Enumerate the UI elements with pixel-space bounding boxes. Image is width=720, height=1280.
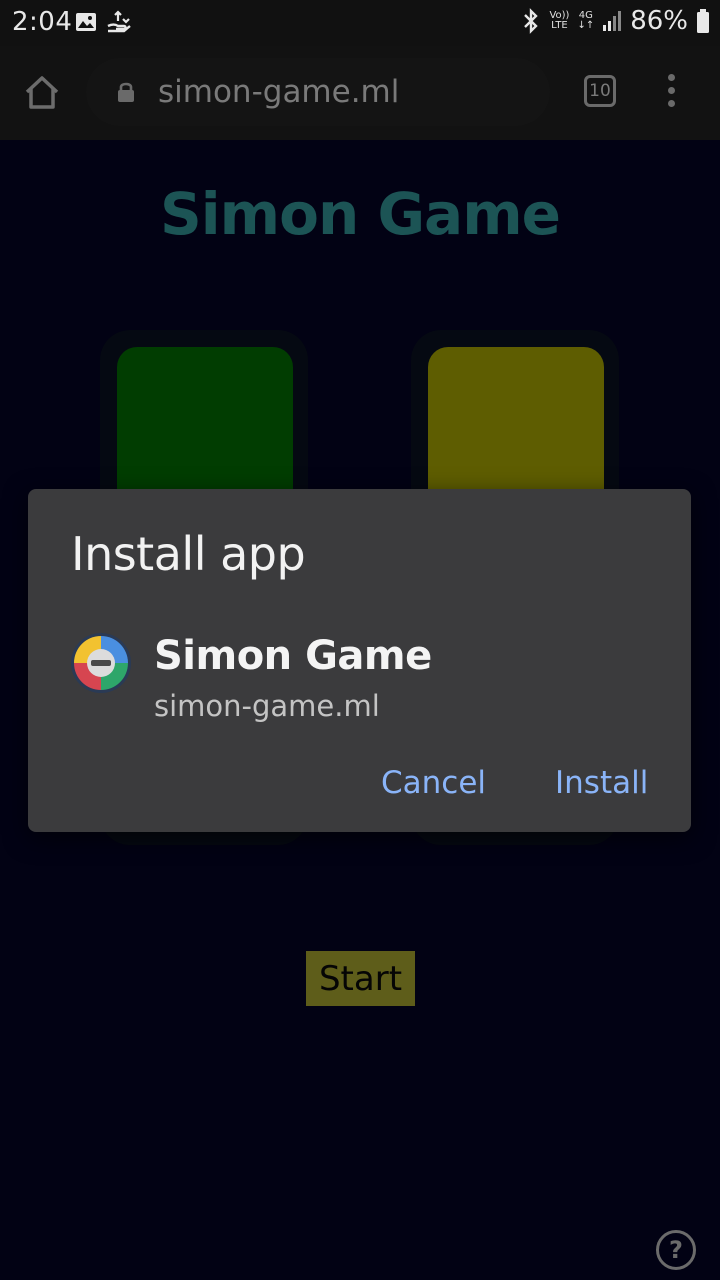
volte-indicator: Vo)) LTE bbox=[549, 11, 569, 31]
notification-icons bbox=[74, 10, 132, 34]
bluetooth-icon bbox=[524, 8, 539, 34]
lte-label: LTE bbox=[551, 20, 568, 31]
address-bar[interactable]: simon-game.ml bbox=[86, 58, 550, 126]
browser-toolbar: simon-game.ml 10 bbox=[0, 46, 720, 140]
network-indicator: 4G ↓↑ bbox=[577, 11, 594, 31]
tab-switcher-button[interactable]: 10 bbox=[584, 75, 616, 107]
more-menu-icon[interactable] bbox=[660, 74, 682, 110]
app-name: Simon Game bbox=[154, 633, 432, 679]
url-text: simon-game.ml bbox=[158, 74, 400, 110]
install-dialog: Install app Simon Game simon-game.ml Can… bbox=[28, 489, 691, 832]
menu-dot bbox=[667, 87, 675, 94]
payment-hand-icon bbox=[107, 10, 131, 33]
page-title: Simon Game bbox=[160, 180, 561, 248]
data-arrows-label: ↓↑ bbox=[577, 20, 595, 31]
menu-dot bbox=[667, 74, 675, 81]
battery-icon bbox=[697, 9, 709, 33]
install-button[interactable]: Install bbox=[555, 765, 648, 801]
app-url: simon-game.ml bbox=[154, 689, 380, 723]
help-icon[interactable]: ? bbox=[656, 1230, 696, 1270]
gallery-icon bbox=[76, 13, 96, 31]
battery-percent: 86% bbox=[630, 6, 688, 36]
home-icon[interactable] bbox=[22, 73, 62, 113]
start-button[interactable]: Start bbox=[306, 951, 415, 1006]
status-time: 2:04 bbox=[12, 7, 73, 37]
dialog-title: Install app bbox=[71, 527, 306, 581]
screen: 2:04 Vo)) LTE 4G ↓↑ 86% simon-game.ml 10… bbox=[0, 0, 720, 1280]
lock-icon[interactable] bbox=[116, 80, 136, 104]
status-right: Vo)) LTE 4G ↓↑ 86% bbox=[521, 6, 710, 36]
cancel-button[interactable]: Cancel bbox=[381, 765, 486, 801]
status-bar: 2:04 Vo)) LTE 4G ↓↑ 86% bbox=[0, 0, 720, 46]
menu-dot bbox=[667, 100, 675, 107]
signal-icon bbox=[603, 11, 622, 31]
app-icon bbox=[71, 633, 131, 693]
